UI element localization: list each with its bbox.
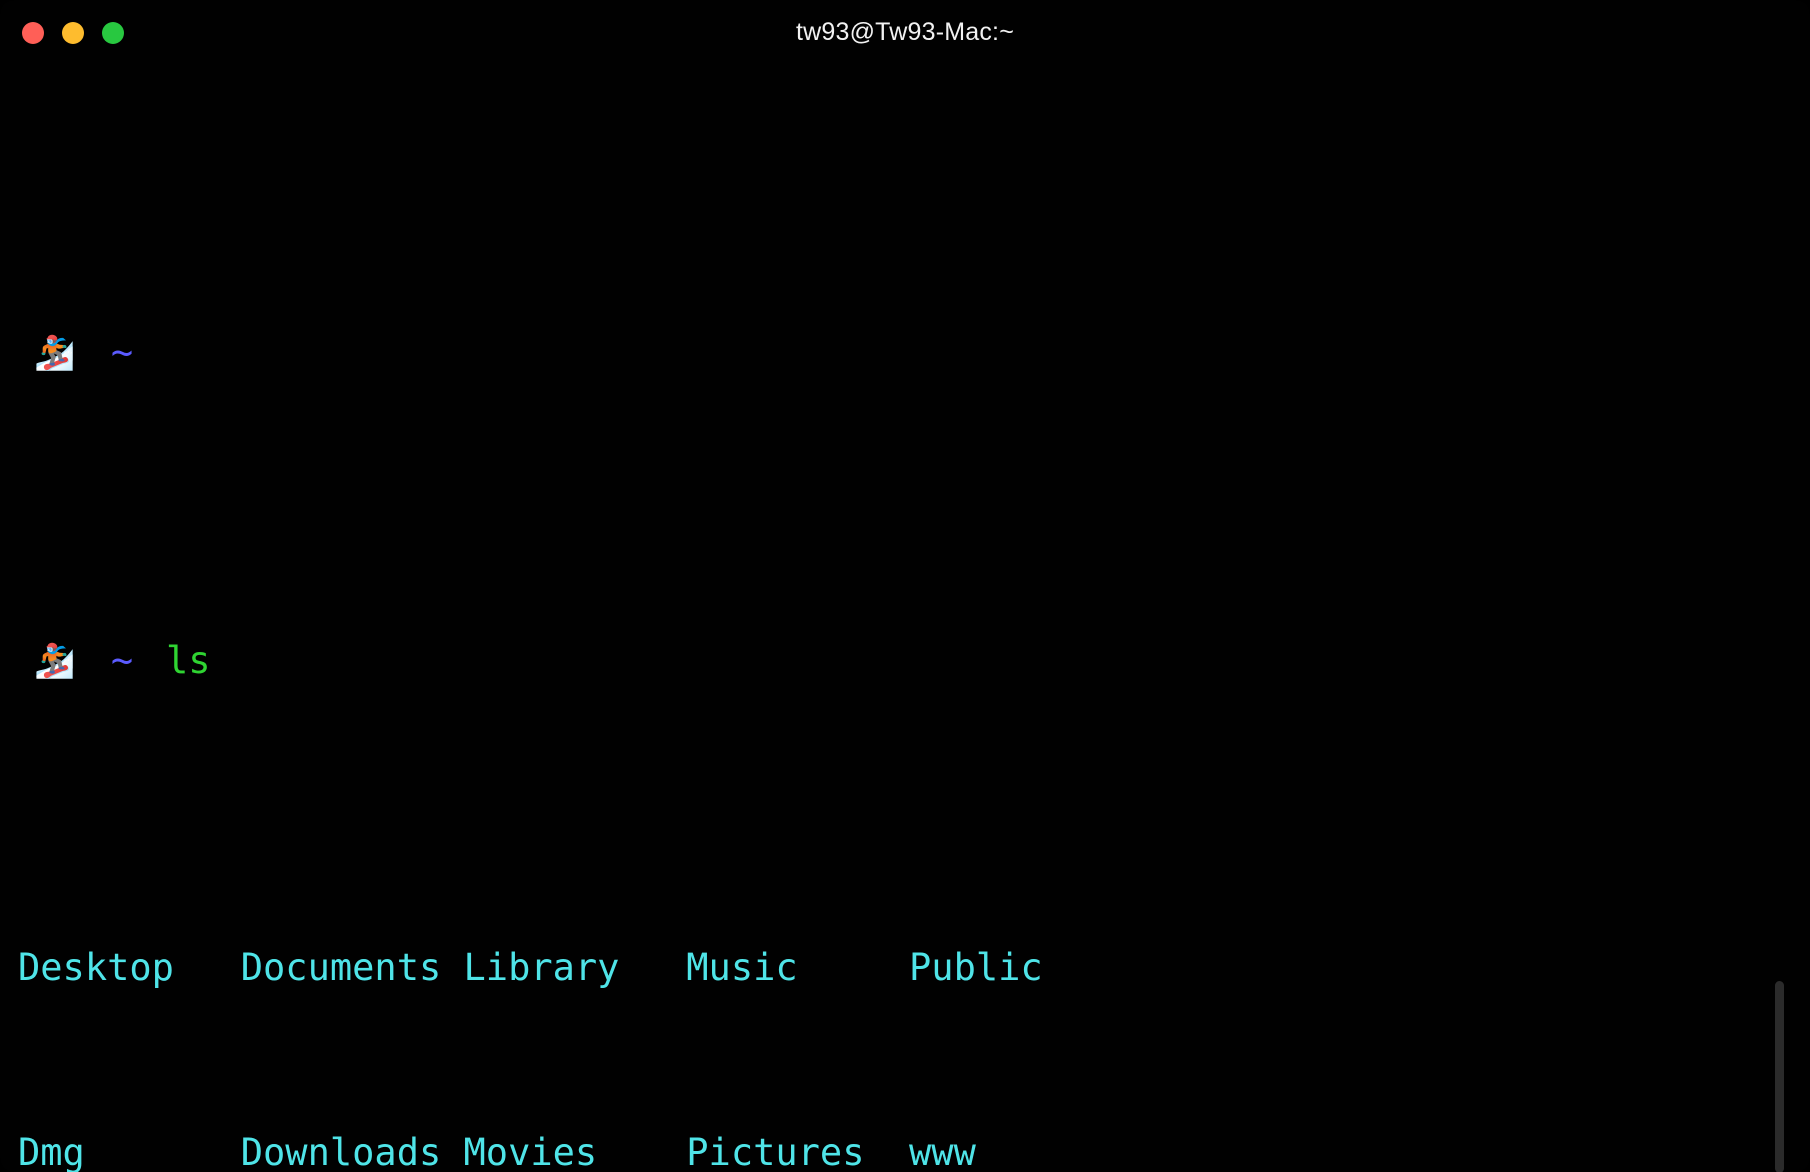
- prompt-path: ~: [110, 331, 134, 374]
- prompt-line-ls: 🏂 ~ ls: [0, 630, 1810, 692]
- scrollbar-thumb[interactable]: [1775, 981, 1784, 1172]
- terminal-window: tw93@Tw93-Mac:~ 🏂 ~ 🏂 ~ ls Desktop Docum…: [0, 0, 1810, 1172]
- terminal-content[interactable]: 🏂 ~ 🏂 ~ ls Desktop Documents Library Mus…: [0, 66, 1810, 1172]
- ls-output-row: Dmg Downloads Movies Pictures www: [18, 1130, 976, 1172]
- window-title: tw93@Tw93-Mac:~: [795, 18, 1015, 46]
- snowboarder-emoji: 🏂: [34, 333, 76, 373]
- prompt-line: 🏂 ~: [0, 322, 1810, 384]
- scrollbar[interactable]: [1775, 66, 1806, 1172]
- snowboarder-emoji: 🏂: [34, 640, 76, 680]
- ls-output-row: Desktop Documents Library Music Public: [18, 946, 1043, 989]
- title-bar: tw93@Tw93-Mac:~: [0, 0, 1810, 66]
- prompt-path: ~: [110, 638, 134, 682]
- command-text: ls: [166, 638, 211, 682]
